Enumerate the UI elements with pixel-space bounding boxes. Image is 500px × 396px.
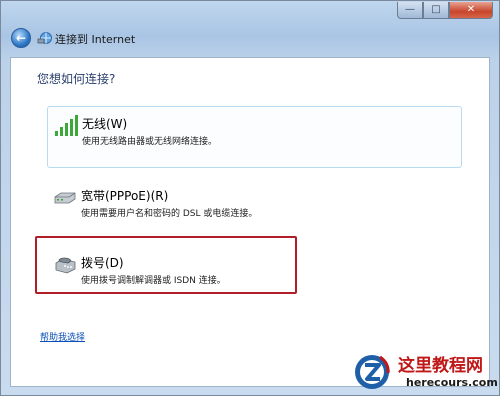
watermark-title: 这里教程网 — [398, 356, 483, 376]
network-globe-icon — [37, 32, 52, 44]
minimize-button[interactable]: — — [397, 2, 423, 19]
window-frame: — □ ✕ ← 连接到 Internet 您想如何连接? 无线(W) 使用无线路… — [0, 0, 500, 396]
maximize-button[interactable]: □ — [423, 2, 449, 19]
close-button[interactable]: ✕ — [449, 2, 493, 19]
option-wireless[interactable]: 无线(W) 使用无线路由器或无线网络连接。 — [47, 106, 462, 168]
navigation-bar: ← 连接到 Internet — [2, 21, 498, 55]
highlight-box — [35, 236, 297, 294]
help-me-choose-link[interactable]: 帮助我选择 — [40, 330, 85, 343]
wireless-signal-icon — [55, 115, 78, 136]
option-title: 无线(W) — [82, 117, 128, 131]
option-description: 使用无线路由器或无线网络连接。 — [82, 137, 218, 147]
window-controls: — □ ✕ — [397, 2, 493, 19]
broadband-modem-icon — [54, 192, 76, 204]
watermark-url: herecours.com — [406, 376, 498, 389]
site-logo-icon — [355, 355, 390, 389]
watermark: 这里教程网 herecours.com — [348, 348, 500, 396]
window-title: 连接到 Internet — [55, 33, 136, 46]
option-description: 使用需要用户名和密码的 DSL 或电缆连接。 — [81, 209, 258, 219]
option-broadband[interactable]: 宽带(PPPoE)(R) 使用需要用户名和密码的 DSL 或电缆连接。 — [47, 179, 462, 241]
back-button[interactable]: ← — [11, 28, 31, 48]
page-heading: 您想如何连接? — [37, 72, 116, 86]
content-panel: 您想如何连接? 无线(W) 使用无线路由器或无线网络连接。 宽带(PPPoE)(… — [10, 57, 490, 387]
option-title: 宽带(PPPoE)(R) — [81, 189, 169, 203]
back-arrow-icon: ← — [15, 31, 27, 45]
